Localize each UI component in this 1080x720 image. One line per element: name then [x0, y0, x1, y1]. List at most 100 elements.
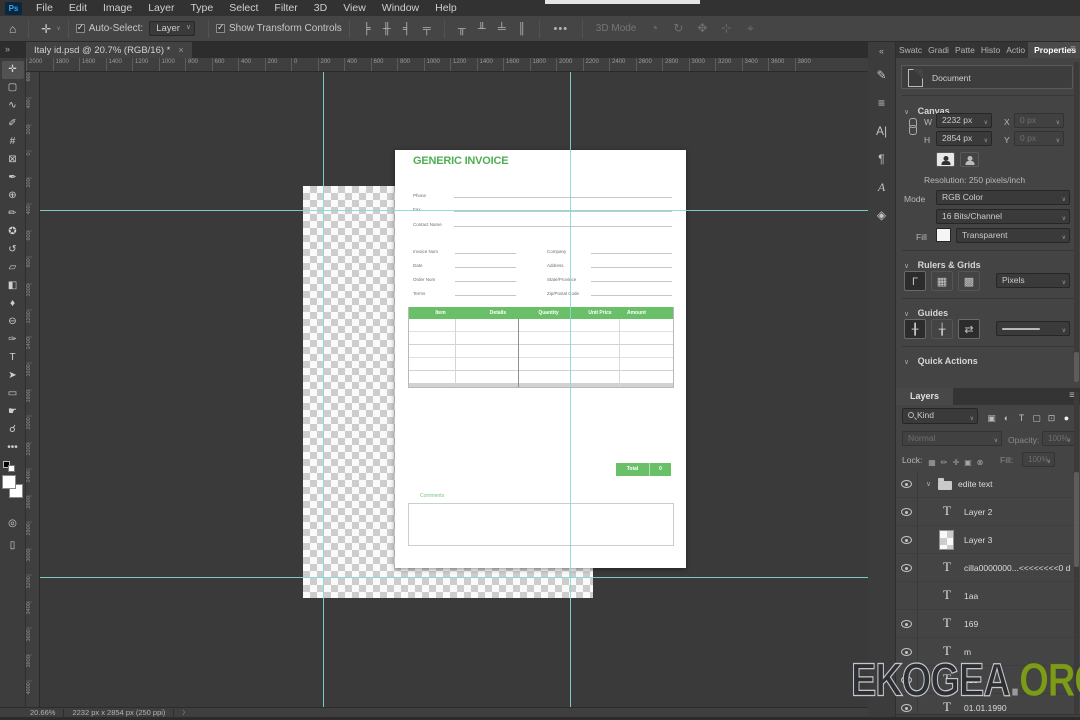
move-tool[interactable]: ✛: [2, 61, 24, 79]
layer-filter-dropdown[interactable]: Kind ∨: [902, 408, 978, 424]
foreground-color-swatch[interactable]: [2, 475, 16, 489]
gradient-tool[interactable]: ◧: [2, 277, 24, 295]
document-tab[interactable]: Italy id.psd @ 20.7% (RGB/16) *×: [26, 42, 192, 58]
layer-row[interactable]: ∨ T edite text: [896, 470, 1080, 498]
auto-select-checkbox[interactable]: [76, 23, 89, 35]
panel-tab[interactable]: Histo: [978, 42, 1003, 58]
swap-colors-icon[interactable]: [8, 465, 15, 472]
status-caret-icon[interactable]: 〉: [182, 708, 188, 717]
layer-row[interactable]: T cilla0000000...<<<<<<<<0 d: [896, 554, 1080, 582]
align-bottom-edges-icon[interactable]: ╨: [472, 23, 492, 35]
menu-item[interactable]: Image: [95, 0, 140, 16]
link-dimensions-icon[interactable]: [908, 118, 916, 134]
glyphs-panel-icon[interactable]: A: [871, 176, 893, 198]
align-vertical-centers-icon[interactable]: ╥: [452, 23, 472, 35]
menu-item[interactable]: Window: [374, 0, 427, 16]
ruler-units-dropdown[interactable]: Pixels: [996, 273, 1070, 288]
lock-position-icon[interactable]: ✛: [950, 455, 962, 470]
type-tool[interactable]: T: [2, 349, 24, 367]
menu-item[interactable]: Filter: [266, 0, 305, 16]
layer-row[interactable]: T 01.01.1990: [896, 694, 1080, 714]
layer-visibility-cell[interactable]: [896, 526, 918, 554]
menu-item[interactable]: File: [28, 0, 61, 16]
bit-depth-dropdown[interactable]: 16 Bits/Channel: [936, 209, 1070, 224]
height-field[interactable]: 2854 px: [936, 131, 992, 146]
menu-item[interactable]: View: [335, 0, 374, 16]
layer-row[interactable]: T Layer 3: [896, 526, 1080, 554]
document-row[interactable]: Document: [901, 65, 1073, 89]
toggle-pixel-grid-button[interactable]: ▩: [958, 271, 980, 291]
toggle-grid-button[interactable]: ▦: [931, 271, 953, 291]
chevron-down-icon[interactable]: ∨: [56, 25, 60, 32]
menu-item[interactable]: Layer: [140, 0, 182, 16]
layer-visibility-cell[interactable]: [896, 470, 918, 498]
edit-guides-button[interactable]: ⇄: [958, 319, 980, 339]
3d-panel-icon[interactable]: ◈: [871, 204, 893, 226]
filter-adjustment-layers-icon[interactable]: ◐: [999, 411, 1014, 426]
lock-artboard-icon[interactable]: ▣: [962, 455, 974, 470]
filter-smart-objects-icon[interactable]: ⊡: [1044, 411, 1059, 426]
paragraph-panel-icon[interactable]: ¶: [871, 148, 893, 170]
lasso-tool[interactable]: ∿: [2, 97, 24, 115]
zoom-tool[interactable]: ☌: [2, 421, 24, 439]
lock-image-pixels-icon[interactable]: ✏: [938, 455, 950, 470]
layer-visibility-cell[interactable]: [896, 582, 918, 610]
menu-item[interactable]: 3D: [306, 0, 335, 16]
horizontal-guide[interactable]: [40, 210, 868, 211]
layer-visibility-cell[interactable]: [896, 498, 918, 526]
clone-stamp-tool[interactable]: ✪: [2, 223, 24, 241]
zoom-level[interactable]: 20.66%: [30, 708, 55, 717]
width-field[interactable]: 2232 px: [936, 113, 992, 128]
filter-type-layers-icon[interactable]: T: [1014, 411, 1029, 426]
distribute-horizontal-centers-icon[interactable]: ║: [512, 23, 532, 35]
eraser-tool[interactable]: ▱: [2, 259, 24, 277]
panel-menu-icon[interactable]: ≡: [1070, 44, 1076, 55]
brush-tool[interactable]: ✏: [2, 205, 24, 223]
lock-transparent-pixels-icon[interactable]: ▦: [926, 455, 938, 470]
history-brush-tool[interactable]: ↺: [2, 241, 24, 259]
toggle-rulers-button[interactable]: Γ: [904, 271, 926, 291]
distribute-vertical-centers-icon[interactable]: ╧: [492, 23, 512, 35]
menu-item[interactable]: Help: [427, 0, 465, 16]
quick-mask-icon[interactable]: ◎: [2, 515, 24, 533]
edit-toolbar-icon[interactable]: •••: [2, 439, 24, 457]
brush-settings-panel-icon[interactable]: ≡: [871, 92, 893, 114]
portrait-orientation-button[interactable]: [936, 152, 955, 167]
lock-guides-button[interactable]: ╁: [931, 319, 953, 339]
show-transform-checkbox[interactable]: [216, 23, 229, 35]
layer-visibility-cell[interactable]: [896, 610, 918, 638]
toolbar-collapse-icon[interactable]: »: [5, 44, 10, 54]
expand-panels-icon[interactable]: «: [868, 46, 895, 56]
menu-item[interactable]: Edit: [61, 0, 95, 16]
layer-row[interactable]: T m: [896, 638, 1080, 666]
frame-tool[interactable]: ⊠: [2, 151, 24, 169]
horizontal-ruler[interactable]: 2000180016001400120010008006004002000200…: [26, 58, 868, 72]
more-options-icon[interactable]: •••: [547, 23, 575, 35]
hand-tool[interactable]: ☛: [2, 403, 24, 421]
screen-mode-icon[interactable]: ▯: [2, 537, 24, 555]
panel-tab[interactable]: Gradi: [925, 42, 952, 58]
layer-row[interactable]: T 1aa: [896, 582, 1080, 610]
filter-shape-layers-icon[interactable]: ▢: [1029, 411, 1044, 426]
move-tool-preset-icon[interactable]: ✛: [36, 22, 56, 36]
fill-swatch[interactable]: [936, 228, 951, 242]
eyedropper-tool[interactable]: ✒: [2, 169, 24, 187]
home-icon[interactable]: ⌂: [4, 22, 21, 36]
quick-selection-tool[interactable]: ✐: [2, 115, 24, 133]
pen-tool[interactable]: ✑: [2, 331, 24, 349]
quick-actions-section-header[interactable]: ∨ Quick Actions: [904, 351, 978, 369]
canvas-area[interactable]: GENERIC INVOICE Phone Fax Contact Name I…: [40, 72, 868, 707]
rectangular-marquee-tool[interactable]: ▢: [2, 79, 24, 97]
vertical-ruler[interactable]: 6004002000200400600800100012001400160018…: [26, 72, 40, 707]
fill-dropdown[interactable]: Transparent: [956, 228, 1070, 243]
layer-row[interactable]: T 129: [896, 666, 1080, 694]
align-right-edges-icon[interactable]: ╡: [397, 23, 417, 35]
brushes-panel-icon[interactable]: ✎: [871, 64, 893, 86]
filter-pixel-layers-icon[interactable]: ▣: [984, 411, 999, 426]
align-horizontal-centers-icon[interactable]: ╫: [377, 23, 397, 35]
layer-visibility-cell[interactable]: [896, 666, 918, 694]
layers-scrollbar[interactable]: [1074, 392, 1079, 714]
layer-visibility-cell[interactable]: [896, 554, 918, 582]
toggle-guides-button[interactable]: ╂: [904, 319, 926, 339]
landscape-orientation-button[interactable]: [960, 152, 979, 167]
